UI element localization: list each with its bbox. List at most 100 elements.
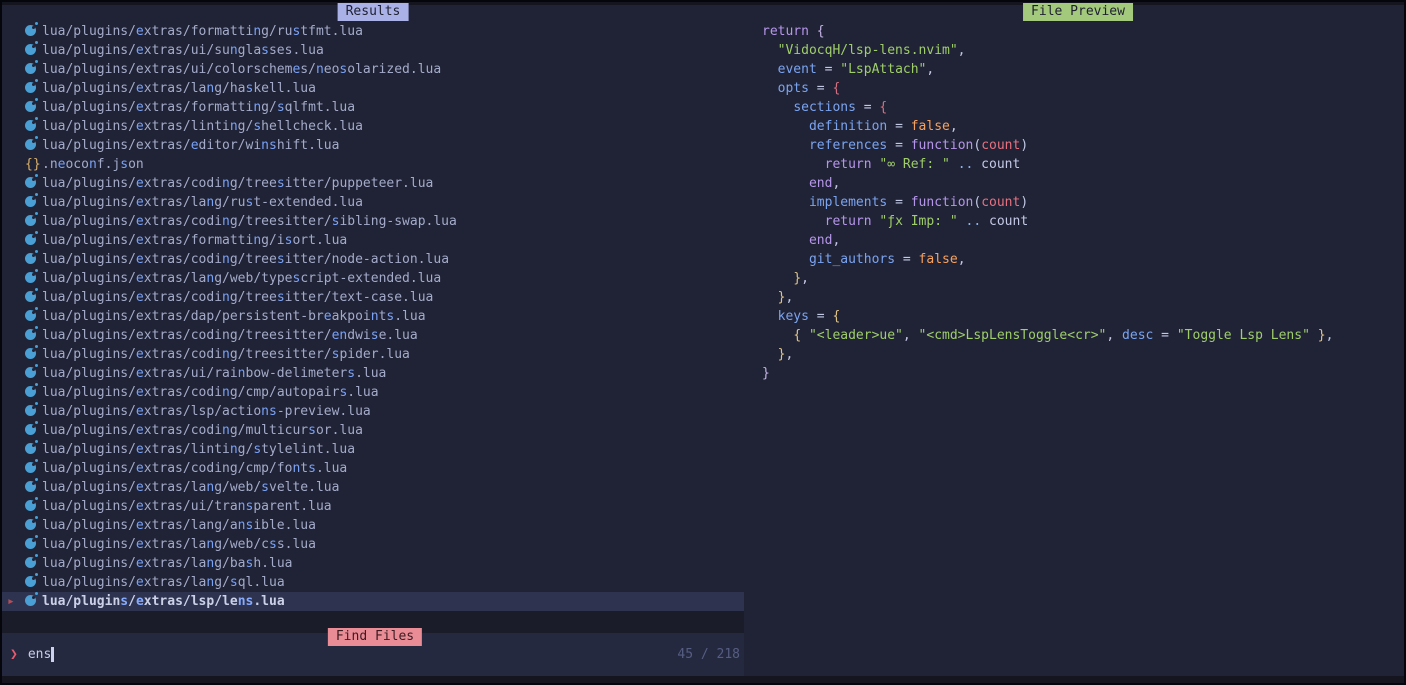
result-item[interactable]: lua/plugins/extras/linting/stylelint.lua	[2, 440, 744, 459]
result-filename: lua/plugins/extras/lang/rust-extended.lu…	[42, 195, 363, 210]
result-item[interactable]: lua/plugins/extras/coding/treesitter/pup…	[2, 174, 744, 193]
code-line: end,	[762, 231, 1402, 250]
code-line: }	[762, 364, 1402, 383]
result-filename: lua/plugins/extras/lang/haskell.lua	[42, 81, 316, 96]
result-item[interactable]: lua/plugins/extras/coding/multicursor.lu…	[2, 421, 744, 440]
result-item[interactable]: lua/plugins/extras/linting/shellcheck.lu…	[2, 117, 744, 136]
result-item[interactable]: lua/plugins/extras/lang/ansible.lua	[2, 516, 744, 535]
lua-file-icon	[25, 366, 42, 381]
result-item[interactable]: lua/plugins/extras/editor/winshift.lua	[2, 136, 744, 155]
lua-file-icon	[25, 385, 42, 400]
result-filename: lua/plugins/extras/lsp/actions-preview.l…	[42, 404, 371, 419]
result-item[interactable]: lua/plugins/extras/lsp/actions-preview.l…	[2, 402, 744, 421]
code-line: },	[762, 345, 1402, 364]
editor-background: Results File Preview lua/plugins/extras/…	[2, 2, 1404, 683]
result-item[interactable]: ▸ lua/plugins/extras/lsp/lens.lua	[2, 592, 744, 611]
lua-file-icon	[25, 100, 42, 115]
code-line: keys = {	[762, 307, 1402, 326]
lua-file-icon	[25, 309, 42, 324]
result-filename: lua/plugins/extras/lang/sql.lua	[42, 575, 285, 590]
prompt-title-badge: Find Files	[328, 628, 422, 646]
lua-file-icon	[25, 518, 42, 533]
result-filename: lua/plugins/extras/formatting/sqlfmt.lua	[42, 100, 355, 115]
lua-file-icon	[25, 24, 42, 39]
top-border-strip	[2, 2, 1404, 5]
telescope-window: Results File Preview lua/plugins/extras/…	[0, 0, 1406, 685]
result-filename: lua/plugins/extras/coding/cmp/autopairs.…	[42, 385, 379, 400]
lua-file-icon	[25, 537, 42, 552]
prompt-input[interactable]: ens	[28, 647, 51, 662]
result-item[interactable]: lua/plugins/extras/lang/web/css.lua	[2, 535, 744, 554]
result-filename: lua/plugins/extras/coding/treesitter/pup…	[42, 176, 433, 191]
result-item[interactable]: lua/plugins/extras/ui/sunglasses.lua	[2, 41, 744, 60]
result-item[interactable]: lua/plugins/extras/coding/treesitter/end…	[2, 326, 744, 345]
result-filename: lua/plugins/extras/dap/persistent-breakp…	[42, 309, 426, 324]
result-filename: lua/plugins/extras/lang/web/css.lua	[42, 537, 316, 552]
code-line: "VidocqH/lsp-lens.nvim",	[762, 41, 1402, 60]
result-item[interactable]: lua/plugins/extras/dap/persistent-breakp…	[2, 307, 744, 326]
lua-file-icon	[25, 176, 42, 191]
result-item[interactable]: lua/plugins/extras/formatting/sqlfmt.lua	[2, 98, 744, 117]
text-cursor	[51, 647, 54, 662]
result-filename: lua/plugins/extras/lang/ansible.lua	[42, 518, 316, 533]
code-line: implements = function(count)	[762, 193, 1402, 212]
result-filename: lua/plugins/extras/editor/winshift.lua	[42, 138, 339, 153]
result-item[interactable]: lua/plugins/extras/lang/rust-extended.lu…	[2, 193, 744, 212]
result-item[interactable]: lua/plugins/extras/lang/sql.lua	[2, 573, 744, 592]
result-item[interactable]: lua/plugins/extras/coding/treesitter/sib…	[2, 212, 744, 231]
result-item[interactable]: lua/plugins/extras/lang/haskell.lua	[2, 79, 744, 98]
lua-file-icon	[25, 233, 42, 248]
result-item[interactable]: lua/plugins/extras/lang/web/typescript-e…	[2, 269, 744, 288]
lua-file-icon	[25, 138, 42, 153]
code-line: references = function(count)	[762, 136, 1402, 155]
code-line: sections = {	[762, 98, 1402, 117]
lua-file-icon	[25, 81, 42, 96]
lua-file-icon	[25, 214, 42, 229]
result-item[interactable]: lua/plugins/extras/coding/treesitter/nod…	[2, 250, 744, 269]
lua-file-icon	[25, 499, 42, 514]
code-line: return "∞ Ref: " .. count	[762, 155, 1402, 174]
result-item[interactable]: lua/plugins/extras/ui/colorschemes/neoso…	[2, 60, 744, 79]
lua-file-icon	[25, 461, 42, 476]
result-filename: lua/plugins/extras/coding/treesitter/tex…	[42, 290, 433, 305]
code-line: event = "LspAttach",	[762, 60, 1402, 79]
result-filename: lua/plugins/extras/ui/rainbow-delimeters…	[42, 366, 386, 381]
result-filename: lua/plugins/extras/coding/multicursor.lu…	[42, 423, 363, 438]
result-item[interactable]: lua/plugins/extras/formatting/rustfmt.lu…	[2, 22, 744, 41]
lua-file-icon	[25, 480, 42, 495]
result-filename: lua/plugins/extras/coding/treesitter/sib…	[42, 214, 457, 229]
result-item[interactable]: lua/plugins/extras/coding/treesitter/spi…	[2, 345, 744, 364]
result-item[interactable]: {}.neoconf.json	[2, 155, 744, 174]
lua-file-icon	[25, 575, 42, 590]
result-item[interactable]: lua/plugins/extras/coding/treesitter/tex…	[2, 288, 744, 307]
result-item[interactable]: lua/plugins/extras/coding/cmp/fonts.lua	[2, 459, 744, 478]
results-list[interactable]: lua/plugins/extras/formatting/rustfmt.lu…	[2, 22, 744, 611]
code-line: definition = false,	[762, 117, 1402, 136]
result-item[interactable]: lua/plugins/extras/ui/rainbow-delimeters…	[2, 364, 744, 383]
code-line: },	[762, 269, 1402, 288]
lua-file-icon	[25, 423, 42, 438]
result-filename: lua/plugins/extras/ui/sunglasses.lua	[42, 43, 324, 58]
result-item[interactable]: lua/plugins/extras/lang/web/svelte.lua	[2, 478, 744, 497]
lua-file-icon	[25, 556, 42, 571]
result-item[interactable]: lua/plugins/extras/lang/bash.lua	[2, 554, 744, 573]
result-filename: lua/plugins/extras/lang/web/typescript-e…	[42, 271, 441, 286]
result-item[interactable]: lua/plugins/extras/ui/transparent.lua	[2, 497, 744, 516]
lua-file-icon	[25, 404, 42, 419]
result-filename: lua/plugins/extras/coding/treesitter/spi…	[42, 347, 410, 362]
results-title-badge: Results	[338, 3, 409, 21]
result-item[interactable]: lua/plugins/extras/formatting/isort.lua	[2, 231, 744, 250]
result-item[interactable]: lua/plugins/extras/coding/cmp/autopairs.…	[2, 383, 744, 402]
selection-caret: ▸	[2, 594, 25, 609]
lua-file-icon	[25, 119, 42, 134]
result-filename: lua/plugins/extras/coding/treesitter/nod…	[42, 252, 449, 267]
lua-file-icon	[25, 594, 42, 609]
lua-file-icon	[25, 252, 42, 267]
code-line: end,	[762, 174, 1402, 193]
result-filename: lua/plugins/extras/coding/treesitter/end…	[42, 328, 418, 343]
preview-panel[interactable]: return { "VidocqH/lsp-lens.nvim", event …	[762, 22, 1402, 602]
code-line: { "<leader>ue", "<cmd>LspLensToggle<cr>"…	[762, 326, 1402, 345]
result-filename: lua/plugins/extras/ui/transparent.lua	[42, 499, 332, 514]
result-filename: lua/plugins/extras/lsp/lens.lua	[42, 594, 285, 609]
result-counter: 45 / 218	[677, 633, 740, 676]
